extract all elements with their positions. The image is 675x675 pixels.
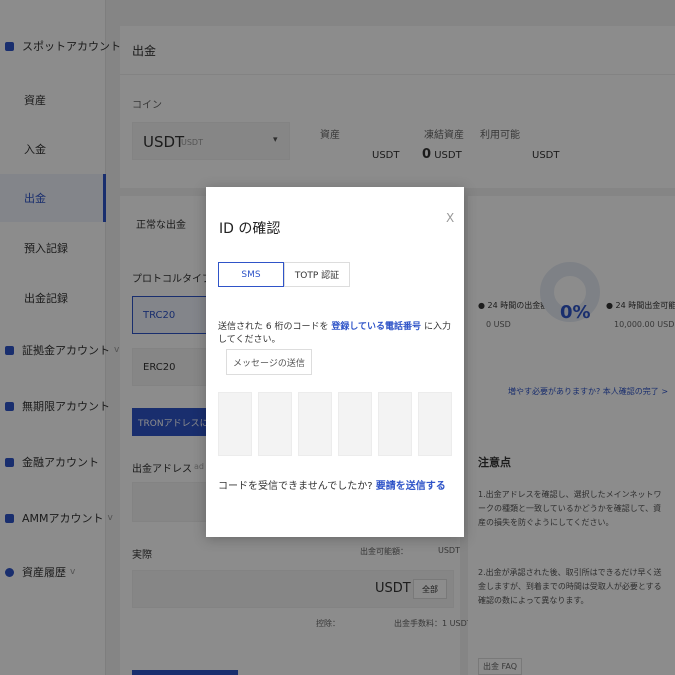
identity-verification-modal: ID の確認 X SMS TOTP 認証 送信された 6 桁のコードを 登録して… — [206, 187, 464, 537]
verification-description: 送信された 6 桁のコードを 登録している電話番号 に入力してください。 — [218, 321, 458, 347]
code-digit-input[interactable] — [258, 392, 292, 456]
desc-text-before: 送信された 6 桁のコードを — [218, 322, 329, 332]
code-digit-input[interactable] — [218, 392, 252, 456]
app-window: スポットアカウント ^ 資産 入金 出金 預入記録 出金記録 証拠金アカウント … — [0, 0, 675, 675]
verification-tabs: SMS TOTP 認証 — [218, 262, 350, 287]
code-inputs — [218, 392, 452, 456]
resend-text: コードを受信できませんでしたか? — [218, 481, 373, 492]
code-digit-input[interactable] — [418, 392, 452, 456]
tab-sms[interactable]: SMS — [218, 262, 284, 287]
modal-title: ID の確認 — [219, 221, 281, 237]
resend-request-link[interactable]: 要請を送信する — [376, 481, 446, 492]
registered-phone-link[interactable]: 登録している電話番号 — [331, 322, 421, 332]
code-digit-input[interactable] — [298, 392, 332, 456]
send-message-button[interactable]: メッセージの送信 — [226, 349, 312, 375]
close-icon[interactable]: X — [446, 211, 454, 225]
resend-row: コードを受信できませんでしたか? 要請を送信する — [218, 477, 446, 492]
code-digit-input[interactable] — [378, 392, 412, 456]
tab-totp[interactable]: TOTP 認証 — [284, 262, 350, 287]
code-digit-input[interactable] — [338, 392, 372, 456]
